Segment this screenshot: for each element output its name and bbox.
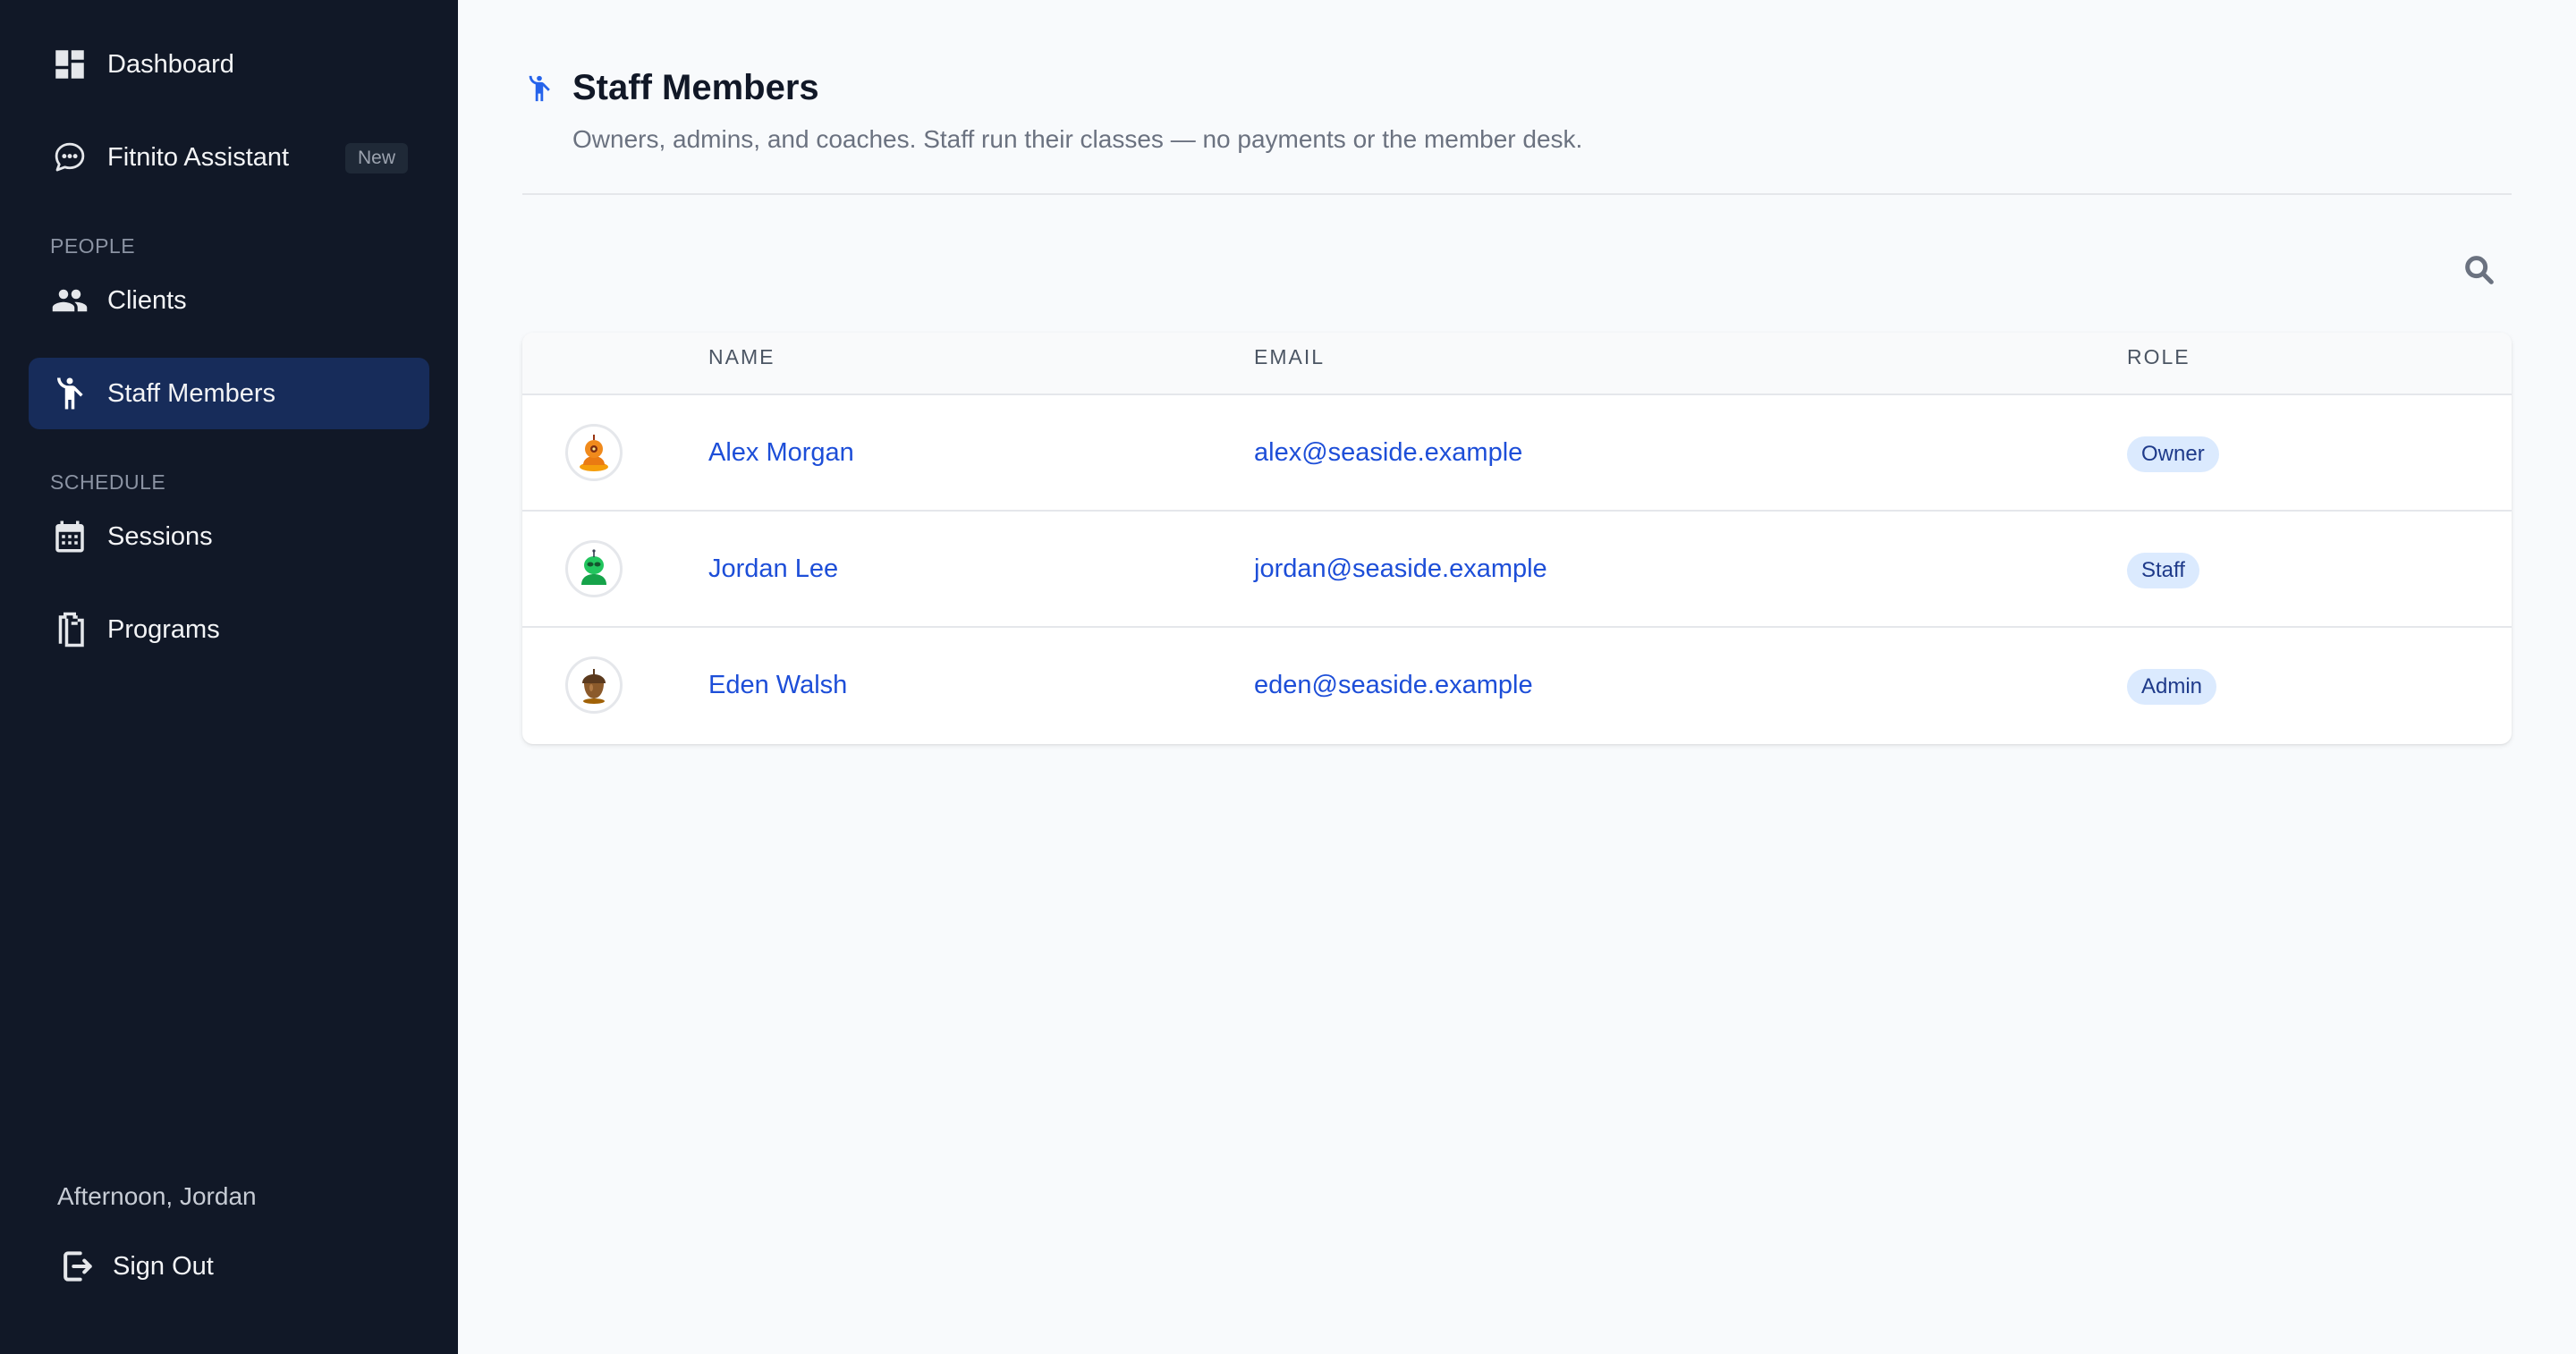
person-raised-arms-icon <box>524 70 555 107</box>
brown-acorn-avatar <box>565 656 623 714</box>
chat-bubble-icon <box>50 138 89 177</box>
sidebar-item-clients[interactable]: Clients <box>29 265 429 336</box>
calendar-icon <box>50 517 89 556</box>
sidebar-item-programs[interactable]: Programs <box>29 594 429 665</box>
sidebar-item-dashboard[interactable]: Dashboard <box>29 29 429 100</box>
column-header-name[interactable]: NAME <box>708 345 775 369</box>
sidebar-item-label: Sessions <box>107 521 213 551</box>
page-subtitle: Owners, admins, and coaches. Staff run t… <box>572 125 1583 153</box>
sign-out-button[interactable]: Sign Out <box>57 1240 214 1293</box>
staff-name-link[interactable]: Jordan Lee <box>708 554 838 584</box>
new-badge: New <box>344 143 408 173</box>
table-row[interactable]: Eden Walsh eden@seaside.example Admin <box>522 628 2512 744</box>
sidebar-item-staff-members[interactable]: Staff Members <box>29 358 429 429</box>
section-label-schedule: SCHEDULE <box>50 470 166 494</box>
sidebar-item-label: Staff Members <box>107 378 276 408</box>
staff-email-link[interactable]: jordan@seaside.example <box>1254 554 1547 584</box>
search-icon <box>2465 256 2494 284</box>
staff-name-link[interactable]: Eden Walsh <box>708 671 847 700</box>
sidebar-item-label: Fitnito Assistant <box>107 142 290 172</box>
header-divider <box>522 193 2512 195</box>
table-row[interactable]: Alex Morgan alex@seaside.example Owner <box>522 395 2512 512</box>
greeting-text: Afternoon, Jordan <box>57 1182 257 1210</box>
search-button[interactable] <box>2460 250 2499 290</box>
sidebar-item-sessions[interactable]: Sessions <box>29 501 429 572</box>
sign-out-label: Sign Out <box>113 1251 214 1281</box>
sidebar-item-label: Clients <box>107 285 187 315</box>
staff-table: NAME EMAIL ROLE Alex Morgan alex@seaside… <box>522 333 2512 744</box>
role-badge: Admin <box>2127 669 2217 705</box>
sidebar: Dashboard Fitnito Assistant New PEOPLE C… <box>0 0 458 1354</box>
sidebar-item-fitnito-assistant[interactable]: Fitnito Assistant New <box>29 122 429 193</box>
green-alien-avatar <box>565 540 623 597</box>
section-label-people: PEOPLE <box>50 234 136 258</box>
column-header-email[interactable]: EMAIL <box>1254 345 1325 369</box>
table-header: NAME EMAIL ROLE <box>522 333 2512 395</box>
people-icon <box>50 281 89 320</box>
clipboards-icon <box>50 610 89 649</box>
sidebar-item-label: Programs <box>107 614 220 644</box>
staff-name-link[interactable]: Alex Morgan <box>708 438 854 468</box>
orange-robot-avatar <box>565 424 623 481</box>
role-badge: Owner <box>2127 436 2219 472</box>
role-badge: Staff <box>2127 553 2199 588</box>
person-raised-arms-icon <box>50 374 89 413</box>
table-row[interactable]: Jordan Lee jordan@seaside.example Staff <box>522 512 2512 628</box>
sidebar-item-label: Dashboard <box>107 49 234 79</box>
staff-email-link[interactable]: eden@seaside.example <box>1254 671 1533 700</box>
dashboard-icon <box>50 45 89 84</box>
sign-out-icon <box>64 1251 92 1282</box>
staff-email-link[interactable]: alex@seaside.example <box>1254 438 1522 468</box>
page-title: Staff Members <box>572 68 819 107</box>
column-header-role[interactable]: ROLE <box>2127 345 2190 369</box>
